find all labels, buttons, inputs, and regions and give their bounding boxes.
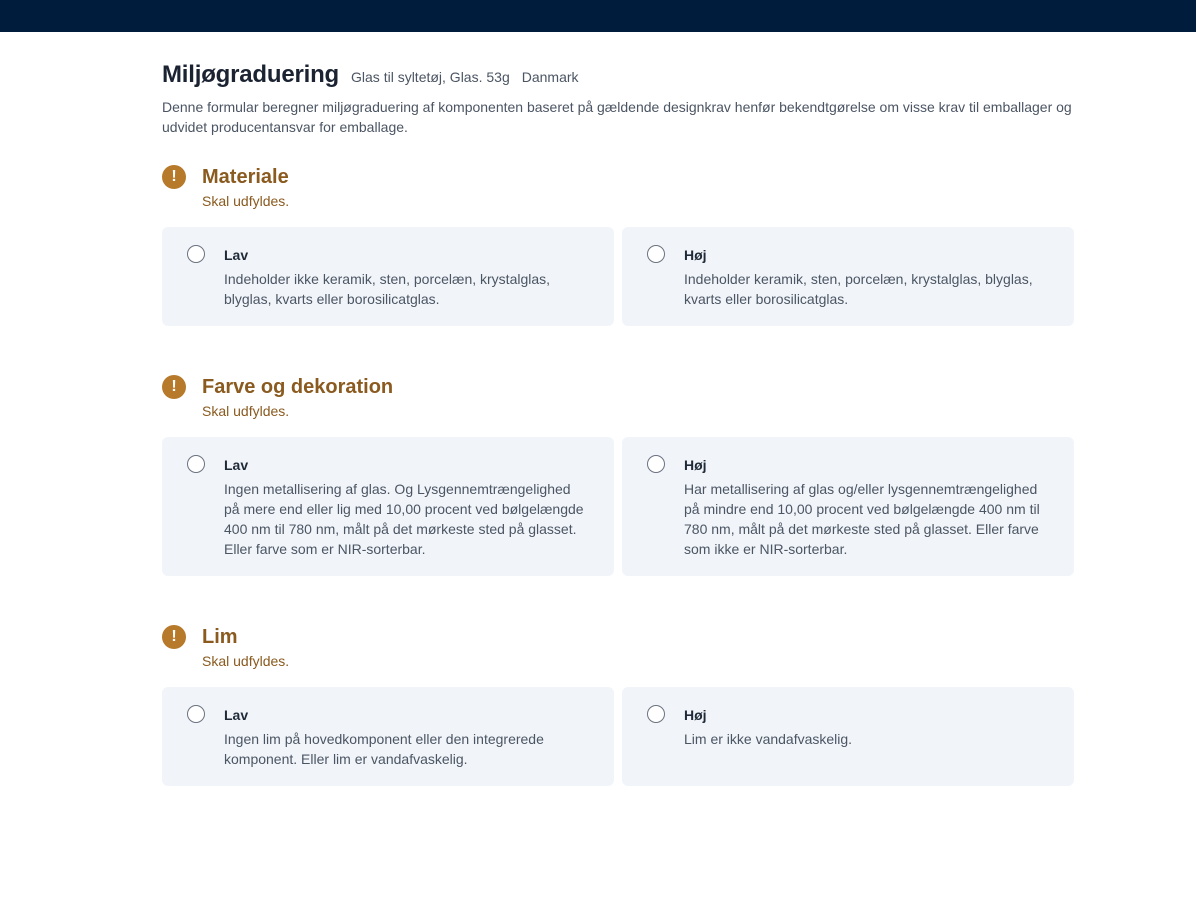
page-description: Denne formular beregner miljøgraduering … (162, 99, 1072, 135)
radio-button[interactable] (647, 455, 665, 473)
exclamation-icon: ! (162, 165, 186, 189)
option-lav[interactable]: Lav Ingen metallisering af glas. Og Lysg… (162, 437, 614, 576)
option-label: Lav (224, 247, 249, 263)
radio-button[interactable] (187, 245, 205, 263)
section-header: ! Materiale Skal udfyldes. (162, 165, 1074, 227)
radio-button[interactable] (187, 455, 205, 473)
option-description: Har metallisering af glas og/eller lysge… (684, 481, 1040, 557)
option-lav[interactable]: Lav Indeholder ikke keramik, sten, porce… (162, 227, 614, 326)
section-farve-og-dekoration: ! Farve og dekoration Skal udfyldes. Lav… (162, 375, 1074, 576)
option-description: Indeholder keramik, sten, porcelæn, krys… (684, 271, 1033, 307)
option-hoej[interactable]: Høj Lim er ikke vandafvaskelig. (622, 687, 1074, 786)
option-label: Lav (224, 707, 249, 723)
option-hoej[interactable]: Høj Indeholder keramik, sten, porcelæn, … (622, 227, 1074, 326)
option-group: Lav Indeholder ikke keramik, sten, porce… (162, 227, 1074, 326)
section-materiale: ! Materiale Skal udfyldes. Lav Indeholde… (162, 165, 1074, 326)
page-header: Miljøgraduering Glas til syltetøj, Glas.… (162, 61, 1074, 89)
option-group: Lav Ingen lim på hovedkomponent eller de… (162, 687, 1074, 786)
radio-button[interactable] (647, 705, 665, 723)
radio-button[interactable] (647, 245, 665, 263)
option-lav[interactable]: Lav Ingen lim på hovedkomponent eller de… (162, 687, 614, 786)
country-label: Danmark (521, 69, 579, 85)
radio-button[interactable] (187, 705, 205, 723)
section-title: Lim (202, 626, 238, 648)
option-label: Høj (684, 457, 707, 473)
exclamation-icon: ! (162, 625, 186, 649)
required-message: Skal udfyldes. (202, 403, 290, 419)
section-header: ! Lim Skal udfyldes. (162, 625, 1074, 687)
top-navigation-bar (0, 0, 1196, 32)
section-title: Materiale (202, 166, 289, 188)
exclamation-icon: ! (162, 375, 186, 399)
section-title: Farve og dekoration (202, 376, 394, 398)
option-description: Ingen lim på hovedkomponent eller den in… (224, 731, 544, 767)
section-header: ! Farve og dekoration Skal udfyldes. (162, 375, 1074, 437)
option-description: Indeholder ikke keramik, sten, porcelæn,… (224, 271, 551, 307)
required-message: Skal udfyldes. (202, 653, 290, 669)
required-message: Skal udfyldes. (202, 193, 290, 209)
main-content: Miljøgraduering Glas til syltetøj, Glas.… (162, 32, 1074, 137)
option-description: Ingen metallisering af glas. Og Lysgenne… (224, 481, 584, 557)
section-lim: ! Lim Skal udfyldes. Lav Ingen lim på ho… (162, 625, 1074, 786)
option-label: Høj (684, 707, 707, 723)
component-subtitle: Glas til syltetøj, Glas. 53g (351, 69, 510, 85)
page-title: Miljøgraduering (162, 61, 340, 88)
option-group: Lav Ingen metallisering af glas. Og Lysg… (162, 437, 1074, 576)
option-label: Lav (224, 457, 249, 473)
option-description: Lim er ikke vandafvaskelig. (684, 731, 853, 747)
option-label: Høj (684, 247, 707, 263)
option-hoej[interactable]: Høj Har metallisering af glas og/eller l… (622, 437, 1074, 576)
